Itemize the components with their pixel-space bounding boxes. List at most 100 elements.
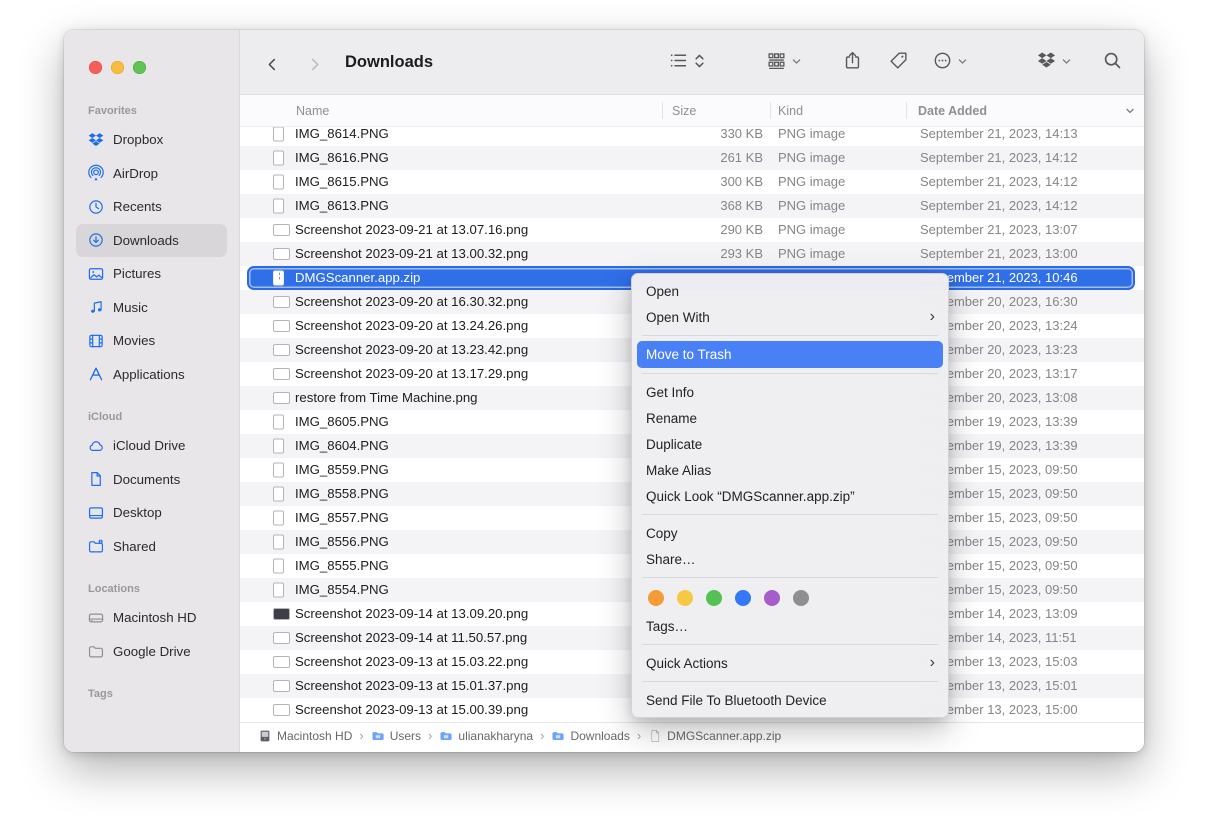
file-name: Screenshot 2023-09-13 at 15.00.39.png: [295, 698, 528, 722]
menu-item-get-info[interactable]: Get Info: [632, 379, 948, 405]
menu-item-copy[interactable]: Copy: [632, 520, 948, 546]
column-header-size[interactable]: Size: [672, 95, 696, 127]
file-icon-landscape: [273, 392, 290, 404]
forward-button[interactable]: [302, 52, 326, 76]
menu-separator: [642, 335, 938, 336]
menu-item-open[interactable]: Open: [632, 278, 948, 304]
sidebar-section-label: Favorites: [64, 99, 239, 123]
column-header-date-added[interactable]: Date Added: [918, 95, 987, 127]
column-header: Name Size Kind Date Added: [240, 95, 1144, 127]
menu-separator: [642, 514, 938, 515]
breadcrumb-separator: ›: [359, 728, 363, 743]
file-row-img-8616-png[interactable]: IMG_8616.PNG261 KBPNG imageSeptember 21,…: [240, 146, 1144, 170]
file-name: Screenshot 2023-09-13 at 15.01.37.png: [295, 674, 528, 698]
sidebar: FavoritesDropboxAirDropRecentsDownloadsP…: [64, 30, 240, 752]
menu-item-label: Tags…: [646, 619, 688, 634]
file-row-img-8614-png[interactable]: IMG_8614.PNG330 KBPNG imageSeptember 21,…: [240, 127, 1144, 146]
file-name: Screenshot 2023-09-20 at 16.30.32.png: [295, 290, 528, 314]
menu-item-quick-look-dmgscanner-app-zip[interactable]: Quick Look “DMGScanner.app.zip”: [632, 483, 948, 509]
sidebar-item-icloud-drive[interactable]: iCloud Drive: [76, 429, 227, 463]
file-row-img-8615-png[interactable]: IMG_8615.PNG300 KBPNG imageSeptember 21,…: [240, 170, 1144, 194]
sidebar-item-documents[interactable]: Documents: [76, 463, 227, 497]
file-row-screenshot-2023-09-21-at-13-00-32-png[interactable]: Screenshot 2023-09-21 at 13.00.32.png293…: [240, 242, 1144, 266]
file-icon-portrait: [273, 511, 284, 526]
search-button[interactable]: [1102, 51, 1123, 75]
sidebar-item-google-drive[interactable]: Google Drive: [76, 635, 227, 669]
menu-item-label: Rename: [646, 411, 697, 426]
icloud-icon: [86, 436, 106, 456]
tag-yellow-dot[interactable]: [677, 590, 693, 606]
sidebar-item-pictures[interactable]: Pictures: [76, 257, 227, 291]
menu-item-open-with[interactable]: Open With›: [632, 304, 948, 330]
sidebar-item-recents[interactable]: Recents: [76, 190, 227, 224]
path-bar: Macintosh HD›Users›ulianakharyna›Downloa…: [240, 722, 1144, 748]
menu-item-duplicate[interactable]: Duplicate: [632, 431, 948, 457]
tag-purple-dot[interactable]: [764, 590, 780, 606]
dropbox-button[interactable]: [1036, 51, 1072, 75]
share-button[interactable]: [842, 51, 863, 75]
zoom-button[interactable]: [133, 61, 146, 74]
column-divider: [770, 102, 771, 119]
menu-item-make-alias[interactable]: Make Alias: [632, 457, 948, 483]
sort-direction-chevron-down-icon[interactable]: [1124, 105, 1136, 117]
menu-item-label: Move to Trash: [646, 347, 732, 362]
group-button[interactable]: [766, 51, 802, 75]
tag-button[interactable]: [888, 51, 909, 75]
view-list-button[interactable]: [668, 51, 706, 75]
minimize-button[interactable]: [111, 61, 124, 74]
pictures-icon: [86, 264, 106, 284]
tag-orange-dot[interactable]: [648, 590, 664, 606]
column-divider: [662, 102, 663, 119]
breadcrumb-macintosh-hd[interactable]: Macintosh HD: [258, 729, 352, 743]
column-header-kind[interactable]: Kind: [778, 95, 803, 127]
file-row-screenshot-2023-09-21-at-13-07-16-png[interactable]: Screenshot 2023-09-21 at 13.07.16.png290…: [240, 218, 1144, 242]
menu-item-send-file-to-bluetooth-device[interactable]: Send File To Bluetooth Device: [632, 687, 948, 713]
tag-green-dot[interactable]: [706, 590, 722, 606]
file-row-img-8613-png[interactable]: IMG_8613.PNG368 KBPNG imageSeptember 21,…: [240, 194, 1144, 218]
sidebar-section-favorites: FavoritesDropboxAirDropRecentsDownloadsP…: [64, 99, 239, 391]
breadcrumb-downloads[interactable]: Downloads: [551, 729, 629, 743]
column-divider: [906, 102, 907, 119]
file-name: Screenshot 2023-09-14 at 11.50.57.png: [295, 626, 527, 650]
applications-icon: [86, 364, 106, 384]
file-icon-landscape: [273, 248, 290, 260]
sidebar-item-desktop[interactable]: Desktop: [76, 496, 227, 530]
file-date-added: September 21, 2023, 14:12: [920, 146, 1078, 170]
menu-item-tags[interactable]: Tags…: [632, 613, 948, 639]
sidebar-section-tags: Tags: [64, 682, 239, 706]
menu-item-quick-actions[interactable]: Quick Actions›: [632, 650, 948, 676]
breadcrumb-separator: ›: [428, 728, 432, 743]
tag-blue-dot[interactable]: [735, 590, 751, 606]
menu-item-label: Quick Look “DMGScanner.app.zip”: [646, 489, 855, 504]
sidebar-item-movies[interactable]: Movies: [76, 324, 227, 358]
sidebar-item-label: Applications: [113, 367, 185, 382]
file-name: IMG_8556.PNG: [295, 530, 389, 554]
traffic-lights: [89, 61, 146, 74]
sidebar-item-music[interactable]: Music: [76, 291, 227, 325]
breadcrumb-users[interactable]: Users: [371, 729, 421, 743]
sidebar-item-downloads[interactable]: Downloads: [76, 224, 227, 258]
sidebar-item-airdrop[interactable]: AirDrop: [76, 157, 227, 191]
group-icon: [766, 50, 787, 76]
file-size: 368 KB: [650, 194, 763, 218]
column-header-name[interactable]: Name: [296, 95, 329, 127]
tag-gray-dot[interactable]: [793, 590, 809, 606]
file-kind: PNG image: [778, 218, 845, 242]
menu-item-share[interactable]: Share…: [632, 546, 948, 572]
chevron-right-icon: [306, 56, 323, 73]
more-button[interactable]: [932, 51, 968, 75]
breadcrumb-dmgscanner-app-zip[interactable]: DMGScanner.app.zip: [648, 729, 781, 743]
menu-item-move-to-trash[interactable]: Move to Trash: [637, 341, 943, 368]
breadcrumb-ulianakharyna[interactable]: ulianakharyna: [439, 729, 533, 743]
sidebar-item-macintosh-hd[interactable]: Macintosh HD: [76, 601, 227, 635]
file-name: DMGScanner.app.zip: [295, 266, 420, 290]
sidebar-item-dropbox[interactable]: Dropbox: [76, 123, 227, 157]
sidebar-item-label: Shared: [113, 539, 156, 554]
menu-item-rename[interactable]: Rename: [632, 405, 948, 431]
chevron-left-icon: [264, 56, 281, 73]
sidebar-item-shared[interactable]: Shared: [76, 530, 227, 564]
sidebar-item-applications[interactable]: Applications: [76, 358, 227, 392]
back-button[interactable]: [260, 52, 284, 76]
sidebar-section-label: Locations: [64, 577, 239, 601]
close-button[interactable]: [89, 61, 102, 74]
